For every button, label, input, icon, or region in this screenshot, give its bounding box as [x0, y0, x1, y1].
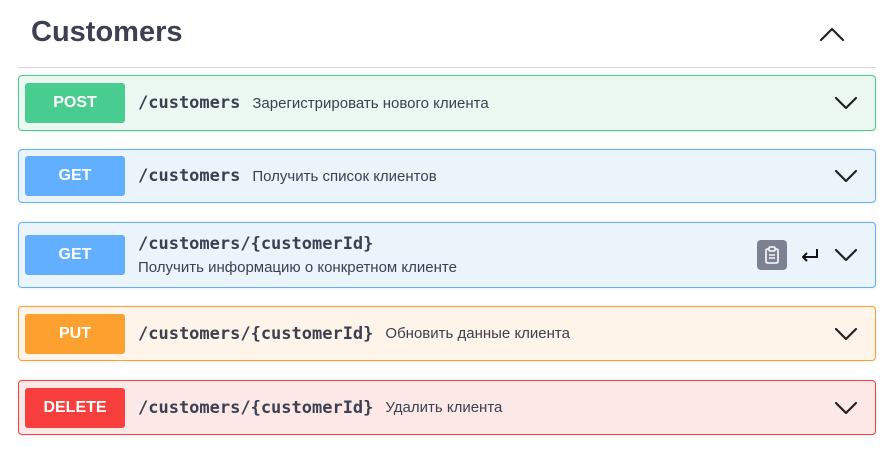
copy-to-clipboard-icon [765, 246, 779, 264]
operation-summary: Получить информацию о конкретном клиенте [138, 259, 457, 276]
operation-path: /customers/{customerId} [138, 323, 374, 344]
enter-icon [799, 244, 821, 266]
chevron-down-icon [834, 169, 858, 183]
operation-delete-customer[interactable]: DELETE /customers/{customerId} Удалить к… [18, 380, 876, 435]
operation-path: /customers/{customerId} [138, 397, 374, 418]
operation-get-customer-by-id[interactable]: GET /customers/{customerId} Получить инф… [18, 222, 876, 288]
operation-path: /customers/{customerId} [138, 234, 374, 254]
operation-path: /customers [138, 166, 241, 186]
operation-summary: Получить список клиентов [252, 167, 437, 185]
method-badge: DELETE [25, 387, 125, 428]
chevron-up-icon [819, 27, 845, 41]
operation-path: /customers [138, 93, 241, 113]
chevron-down-icon [834, 327, 858, 340]
operation-summary: Обновить данные клиента [385, 325, 570, 342]
customers-section: Customers POST /customers Зарегистрирова… [0, 0, 891, 453]
expand-toggle[interactable] [831, 319, 861, 349]
operation-put-customer[interactable]: PUT /customers/{customerId} Обновить дан… [18, 306, 876, 361]
collapse-button[interactable] [812, 14, 852, 54]
method-badge: GET [25, 235, 125, 275]
operation-get-customers[interactable]: GET /customers Получить список клиентов [18, 149, 876, 203]
section-header[interactable]: Customers [18, 0, 876, 68]
chevron-down-icon [834, 248, 858, 262]
copy-to-clipboard-button[interactable] [757, 240, 787, 270]
method-badge: PUT [25, 313, 125, 354]
expand-toggle[interactable] [831, 393, 861, 423]
expand-toggle[interactable] [831, 88, 861, 118]
operation-post-customers[interactable]: POST /customers Зарегистрировать нового … [18, 75, 876, 131]
expand-toggle[interactable] [831, 161, 861, 191]
operation-summary: Зарегистрировать нового клиента [252, 94, 489, 112]
operation-summary: Удалить клиента [385, 399, 503, 416]
expand-toggle[interactable] [831, 240, 861, 270]
method-badge: POST [25, 83, 125, 123]
chevron-down-icon [834, 96, 858, 110]
section-title: Customers [31, 16, 183, 48]
chevron-down-icon [834, 401, 858, 414]
method-badge: GET [25, 156, 125, 196]
